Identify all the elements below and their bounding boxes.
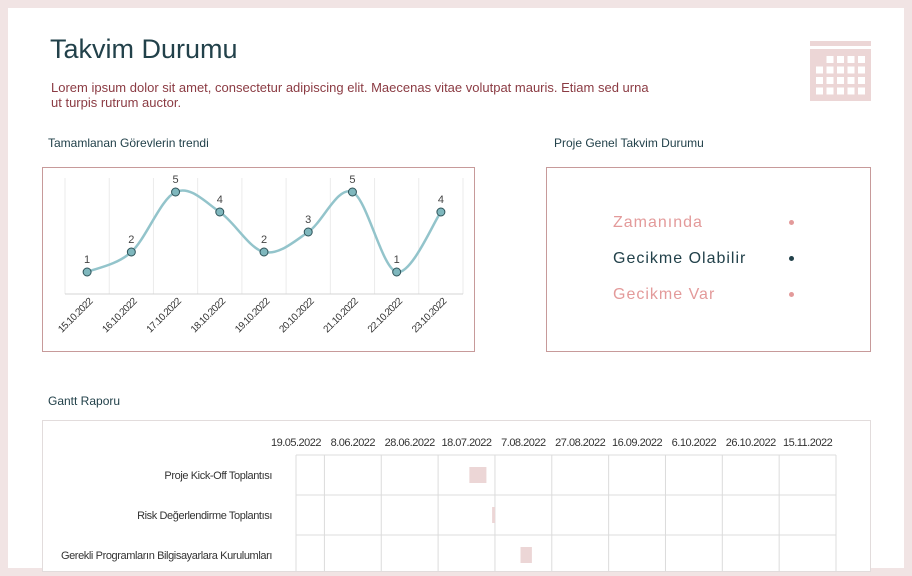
data-point xyxy=(215,207,225,217)
legend-item: Gecikme Var xyxy=(613,286,803,304)
page-title: Takvim Durumu xyxy=(50,34,238,64)
x-tick-label: 23.10.2022 xyxy=(410,296,450,336)
data-label: 1 xyxy=(394,254,400,266)
legend-dot xyxy=(789,292,794,297)
x-tick-label: 20.10.2022 xyxy=(277,296,317,336)
page-subtitle: Lorem ipsum dolor sit amet, consectetur … xyxy=(51,80,649,110)
data-point xyxy=(259,247,269,257)
data-label: 2 xyxy=(261,234,267,246)
data-point xyxy=(82,267,92,277)
gantt-task-label: Proje Kick-Off Toplantısı xyxy=(164,470,272,482)
data-point xyxy=(392,267,402,277)
gantt-task-label: Gerekli Programların Bilgisayarlara Kuru… xyxy=(61,550,272,562)
gantt-tick-label: 26.10.2022 xyxy=(726,437,776,449)
data-label: 5 xyxy=(349,174,355,186)
legend-label: Zamanında xyxy=(613,214,703,231)
gantt-tick-label: 18.07.2022 xyxy=(441,437,491,449)
gantt-tick-label: 27.08.2022 xyxy=(555,437,605,449)
x-tick-label: 17.10.2022 xyxy=(145,296,185,336)
gantt-bar xyxy=(520,547,532,563)
gantt-tick-label: 6.10.2022 xyxy=(672,437,717,449)
gantt-bar xyxy=(492,507,496,523)
gantt-tick-label: 7.08.2022 xyxy=(501,437,546,449)
data-point xyxy=(347,187,357,197)
legend-item: Zamanında xyxy=(613,214,803,232)
x-tick-label: 21.10.2022 xyxy=(322,296,362,336)
report-page: Takvim Durumu Lorem ipsum dolor sit amet… xyxy=(8,8,904,576)
trend-chart-panel: 1 15.10.2022 2 16.10.2022 5 17.10.2022 4 18.10.… xyxy=(42,167,475,352)
legend-dot xyxy=(789,220,794,225)
data-label: 1 xyxy=(84,254,90,266)
data-point xyxy=(303,227,313,237)
gantt-bar xyxy=(469,467,487,483)
x-tick-label: 22.10.2022 xyxy=(366,296,406,336)
gantt-panel: 19.05.2022 8.06.2022 28.06.2022 18.07.2022 7… xyxy=(42,420,871,576)
gantt-tick-label: 8.06.2022 xyxy=(331,437,376,449)
gantt-tick-label: 28.06.2022 xyxy=(385,437,435,449)
x-tick-label: 16.10.2022 xyxy=(101,296,141,336)
data-point xyxy=(126,247,136,257)
legend-label: Gecikme Olabilir xyxy=(613,250,747,267)
data-label: 5 xyxy=(172,174,178,186)
trend-chart: 1 15.10.2022 2 16.10.2022 5 17.10.2022 4 18.10.… xyxy=(56,174,464,336)
legend-dot xyxy=(789,256,794,261)
gantt-task-label: Risk Değerlendirme Toplantısı xyxy=(137,510,272,522)
trend-section-label: Tamamlanan Görevlerin trendi xyxy=(48,136,209,150)
status-panel: Zamanında Gecikme Olabilir Gecikme Var xyxy=(546,167,871,352)
legend-item: Gecikme Olabilir xyxy=(613,250,803,268)
gantt-section-label: Gantt Raporu xyxy=(48,394,121,408)
data-label: 2 xyxy=(128,234,134,246)
trend-line xyxy=(86,189,442,274)
x-tick-label: 18.10.2022 xyxy=(189,296,229,336)
data-label: 4 xyxy=(438,194,444,206)
x-tick-label: 15.10.2022 xyxy=(56,296,96,336)
data-label: 4 xyxy=(217,194,223,206)
data-label: 3 xyxy=(305,214,311,226)
gantt-chart: 19.05.2022 8.06.2022 28.06.2022 18.07.2022 7… xyxy=(61,437,837,576)
gantt-tick-label: 15.11.2022 xyxy=(783,437,833,449)
data-point xyxy=(436,207,446,217)
legend-label: Gecikme Var xyxy=(613,286,716,303)
x-tick-label: 19.10.2022 xyxy=(233,296,273,336)
gantt-tick-label: 16.09.2022 xyxy=(612,437,662,449)
calendar-icon xyxy=(810,41,871,101)
data-point xyxy=(171,187,181,197)
gantt-tick-label: 19.05.2022 xyxy=(271,437,321,449)
status-section-label: Proje Genel Takvim Durumu xyxy=(554,136,704,150)
